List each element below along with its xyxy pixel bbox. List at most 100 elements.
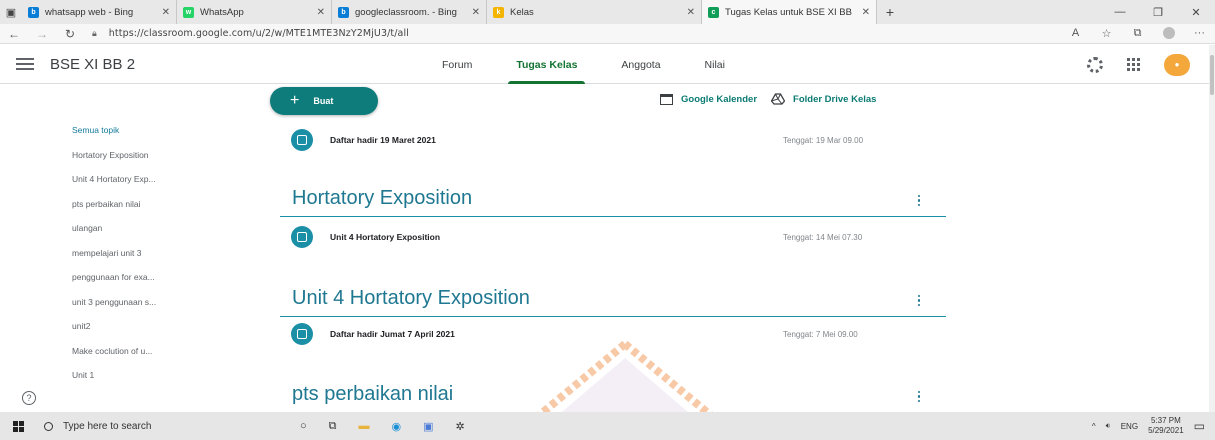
whatsapp-icon: w bbox=[183, 6, 194, 18]
calendar-link-label: Google Kalender bbox=[681, 93, 758, 105]
close-tab-icon[interactable]: ✕ bbox=[472, 7, 480, 18]
minimize-icon[interactable]: — bbox=[1101, 0, 1139, 24]
browser-tab[interactable]: b googleclassroom. - Bing ✕ bbox=[332, 0, 487, 24]
browser-tab[interactable]: w WhatsApp ✕ bbox=[177, 0, 332, 24]
assignment-icon bbox=[291, 226, 313, 248]
topic-title[interactable]: Unit 4 Hortatory Exposition bbox=[292, 287, 530, 310]
date: 5/29/2021 bbox=[1148, 426, 1184, 435]
menu-icon[interactable] bbox=[16, 58, 34, 70]
read-aloud-icon[interactable]: A bbox=[1060, 27, 1091, 40]
item-title: Daftar hadir Jumat 7 April 2021 bbox=[330, 329, 455, 339]
profile-icon[interactable] bbox=[1153, 27, 1184, 40]
topic-item[interactable]: mempelajari unit 3 bbox=[72, 248, 156, 273]
drive-folder-link[interactable]: Folder Drive Kelas bbox=[771, 93, 876, 105]
photos-icon[interactable]: ▣ bbox=[423, 420, 433, 433]
start-icon[interactable] bbox=[0, 420, 36, 432]
address-bar: ← → ↻ 🔒︎ https://classroom.google.com/u/… bbox=[0, 24, 1215, 44]
cortana-icon[interactable]: ○ bbox=[300, 420, 307, 432]
lock-icon[interactable]: 🔒︎ bbox=[92, 28, 97, 39]
forward-icon[interactable]: → bbox=[28, 27, 56, 41]
close-tab-icon[interactable]: ✕ bbox=[687, 7, 695, 18]
item-due: Tenggat: 14 Mei 07.30 bbox=[783, 232, 863, 242]
bing-icon: b bbox=[28, 6, 39, 18]
browser-tab[interactable]: k Kelas ✕ bbox=[487, 0, 702, 24]
close-tab-icon[interactable]: ✕ bbox=[162, 7, 170, 18]
url-field[interactable]: https://classroom.google.com/u/2/w/MTE1M… bbox=[109, 28, 409, 39]
close-tab-icon[interactable]: ✕ bbox=[862, 7, 870, 18]
class-nav: Forum Tugas Kelas Anggota Nilai bbox=[420, 45, 747, 84]
class-title[interactable]: BSE XI BB 2 bbox=[50, 56, 135, 73]
tab-title: WhatsApp bbox=[200, 6, 244, 18]
item-due: Tenggat: 19 Mar 09.00 bbox=[783, 135, 864, 145]
language-indicator[interactable]: ENG bbox=[1121, 422, 1138, 431]
topic-item[interactable]: penggunaan for exa... bbox=[72, 272, 156, 297]
create-button[interactable]: + Buat bbox=[270, 87, 378, 115]
google-calendar-link[interactable]: Google Kalender bbox=[660, 93, 758, 105]
file-explorer-icon[interactable]: ▬ bbox=[359, 420, 370, 432]
help-icon[interactable]: ? bbox=[22, 391, 36, 405]
new-tab-button[interactable]: + bbox=[877, 0, 903, 24]
notifications-icon[interactable]: ▭ bbox=[1194, 419, 1205, 433]
topic-item-all[interactable]: Semua topik bbox=[72, 125, 156, 150]
item-title: Unit 4 Hortatory Exposition bbox=[330, 232, 441, 242]
topic-item[interactable]: ulangan bbox=[72, 223, 156, 248]
settings-icon[interactable]: ✲ bbox=[456, 420, 465, 433]
more-icon[interactable]: ··· bbox=[1184, 27, 1215, 40]
classroom-icon: k bbox=[493, 6, 504, 18]
topic-section-header: Hortatory Exposition bbox=[280, 177, 946, 217]
topic-item[interactable]: pts perbaikan nilai bbox=[72, 199, 156, 224]
item-title: Daftar hadir 19 Maret 2021 bbox=[330, 135, 436, 145]
back-icon[interactable]: ← bbox=[0, 27, 28, 41]
page-scrollbar[interactable] bbox=[1209, 45, 1215, 412]
topic-item[interactable]: unit 3 penggunaan s... bbox=[72, 297, 156, 322]
tab-title: whatsapp web - Bing bbox=[45, 6, 134, 18]
favorites-icon[interactable]: ☆ bbox=[1091, 27, 1122, 40]
classwork-item[interactable]: Unit 4 Hortatory Exposition Tenggat: 14 … bbox=[280, 222, 946, 252]
browser-tab-active[interactable]: c Tugas Kelas untuk BSE XI BB ✕ bbox=[702, 0, 877, 24]
more-vert-icon[interactable] bbox=[917, 390, 920, 402]
user-avatar[interactable]: ● bbox=[1164, 53, 1190, 76]
topic-item[interactable]: unit2 bbox=[72, 321, 156, 346]
refresh-icon[interactable]: ↻ bbox=[56, 27, 84, 41]
topic-title[interactable]: Hortatory Exposition bbox=[292, 187, 472, 210]
drive-icon bbox=[771, 93, 786, 105]
topic-section-header: Unit 4 Hortatory Exposition bbox=[280, 277, 946, 317]
tab-title: googleclassroom. - Bing bbox=[355, 6, 457, 18]
bing-icon: b bbox=[338, 6, 349, 18]
topic-list: Semua topik Hortatory Exposition Unit 4 … bbox=[72, 125, 156, 395]
more-vert-icon[interactable] bbox=[917, 194, 920, 206]
topic-item[interactable]: Unit 1 bbox=[72, 370, 156, 395]
settings-gear-icon[interactable] bbox=[1087, 56, 1103, 73]
tab-actions-icon[interactable]: ▣ bbox=[0, 0, 22, 24]
collections-icon[interactable]: ⧉ bbox=[1122, 27, 1153, 40]
browser-tab[interactable]: b whatsapp web - Bing ✕ bbox=[22, 0, 177, 24]
topic-item[interactable]: Hortatory Exposition bbox=[72, 150, 156, 175]
create-label: Buat bbox=[313, 96, 334, 106]
edge-icon[interactable]: ◉ bbox=[392, 420, 402, 433]
close-window-icon[interactable]: ✕ bbox=[1177, 0, 1215, 24]
topic-title[interactable]: pts perbaikan nilai bbox=[292, 383, 453, 406]
windows-taskbar: Type here to search ○ ⧉ ▬ ◉ ▣ ✲ ^ 🔉︎ ENG… bbox=[0, 412, 1215, 440]
topic-item[interactable]: Make coclution of u... bbox=[72, 346, 156, 371]
close-tab-icon[interactable]: ✕ bbox=[317, 7, 325, 18]
clock[interactable]: 5:37 PM 5/29/2021 bbox=[1148, 416, 1184, 436]
plus-icon: + bbox=[290, 92, 300, 109]
window-controls: — ❐ ✕ bbox=[1101, 0, 1215, 24]
classwork-item[interactable]: Daftar hadir 19 Maret 2021 Tenggat: 19 M… bbox=[280, 125, 946, 155]
topic-section-header: pts perbaikan nilai bbox=[280, 373, 946, 412]
show-hidden-icon[interactable]: ^ bbox=[1092, 422, 1096, 431]
topic-item[interactable]: Unit 4 Hortatory Exp... bbox=[72, 174, 156, 199]
tab-title: Kelas bbox=[510, 6, 534, 18]
more-vert-icon[interactable] bbox=[917, 294, 920, 306]
tab-grades[interactable]: Nilai bbox=[683, 45, 747, 84]
google-apps-icon[interactable] bbox=[1127, 58, 1140, 71]
volume-icon[interactable]: 🔉︎ bbox=[1106, 421, 1111, 431]
tab-title: Tugas Kelas untuk BSE XI BB bbox=[725, 6, 852, 18]
tab-classwork[interactable]: Tugas Kelas bbox=[494, 45, 599, 84]
task-view-icon[interactable]: ⧉ bbox=[329, 420, 337, 433]
taskbar-search[interactable]: Type here to search bbox=[36, 412, 286, 440]
classwork-item[interactable]: Daftar hadir Jumat 7 April 2021 Tenggat:… bbox=[280, 319, 946, 349]
tab-forum[interactable]: Forum bbox=[420, 45, 494, 84]
restore-icon[interactable]: ❐ bbox=[1139, 0, 1177, 24]
tab-people[interactable]: Anggota bbox=[599, 45, 682, 84]
